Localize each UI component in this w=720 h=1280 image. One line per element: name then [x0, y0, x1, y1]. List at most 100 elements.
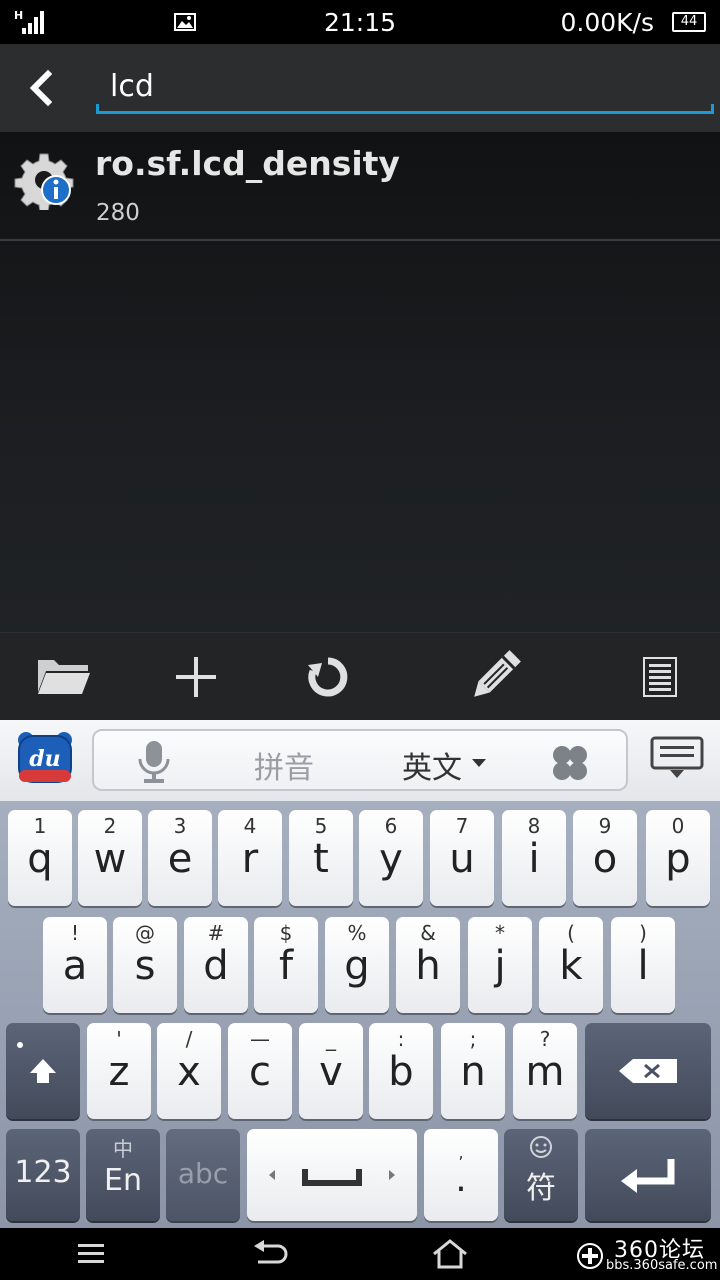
microphone-icon[interactable] [134, 739, 174, 785]
shift-key[interactable] [6, 1023, 80, 1119]
key-label: v [319, 1049, 343, 1095]
folder-icon [38, 660, 90, 694]
key-w[interactable]: 2w [78, 810, 142, 906]
symbols-key[interactable]: 符 [504, 1129, 578, 1221]
hide-keyboard-icon[interactable] [650, 736, 704, 780]
key-label: z [108, 1049, 130, 1095]
key-t[interactable]: 5t [289, 810, 353, 906]
list-item[interactable]: ro.sf.lcd_density 280 [0, 132, 720, 241]
key-g[interactable]: % g [325, 917, 389, 1013]
key-label: c [249, 1049, 271, 1095]
edit-button[interactable] [462, 645, 526, 709]
back-icon[interactable] [252, 1238, 290, 1270]
key-label: 符 [526, 1171, 556, 1206]
home-icon[interactable] [432, 1238, 468, 1270]
key-s[interactable]: @ s [113, 917, 177, 1013]
back-arrow-icon[interactable] [22, 66, 62, 110]
keyboard-toolbar: du 拼音 英文 [0, 720, 720, 802]
key-label: g [344, 943, 370, 989]
status-bar: H 21:15 0.00K/s 44 [0, 0, 720, 44]
key-label: . [455, 1159, 467, 1200]
numbers-key[interactable]: 123 [6, 1129, 80, 1221]
key-u[interactable]: 7u [430, 810, 494, 906]
key-label: k [559, 943, 583, 989]
key-label: En [104, 1163, 142, 1198]
space-icon [269, 1169, 395, 1186]
add-button[interactable] [164, 645, 228, 709]
key-label: h [415, 943, 441, 989]
key-d[interactable]: # d [184, 917, 248, 1013]
key-label: m [525, 1049, 565, 1095]
results-list: ro.sf.lcd_density 280 [0, 132, 720, 632]
key-b[interactable]: :b [369, 1023, 433, 1119]
key-label: o [592, 836, 618, 882]
key-l[interactable]: ) l [611, 917, 675, 1013]
key-sub-label: ; [469, 1027, 477, 1051]
property-value: 280 [96, 200, 140, 226]
refresh-icon [308, 657, 348, 697]
key-e[interactable]: 3e [148, 810, 212, 906]
key-m[interactable]: ? m [513, 1023, 577, 1119]
enter-icon [621, 1159, 675, 1193]
key-label: abc [177, 1157, 229, 1190]
list-button[interactable] [628, 645, 692, 709]
navigation-bar: 360论坛 bbs.360safe.com [0, 1228, 720, 1280]
key-sub-label: : [397, 1027, 405, 1051]
language-switch-key[interactable]: 中 En [86, 1129, 160, 1221]
key-j[interactable]: * j [468, 917, 532, 1013]
key-a[interactable]: ! a [43, 917, 107, 1013]
key-q[interactable]: 1q [8, 810, 72, 906]
key-x[interactable]: / x [157, 1023, 221, 1119]
key-sub-label: 7 [455, 814, 469, 838]
key-y[interactable]: 6y [359, 810, 423, 906]
search-field[interactable] [96, 62, 714, 114]
key-sub-label: & [420, 921, 436, 945]
key-n[interactable]: ; n [441, 1023, 505, 1119]
bottom-toolbar [0, 632, 720, 720]
backspace-key[interactable] [585, 1023, 711, 1119]
key-z[interactable]: ' z [87, 1023, 151, 1119]
key-h[interactable]: & h [396, 917, 460, 1013]
key-label: e [167, 836, 193, 882]
key-label: f [278, 943, 294, 989]
key-f[interactable]: $ f [254, 917, 318, 1013]
search-input[interactable] [96, 62, 714, 110]
abc-key[interactable]: abc [166, 1129, 240, 1221]
plus-circle-icon [577, 1243, 603, 1269]
edit-icon [474, 650, 521, 697]
key-p[interactable]: 0p [646, 810, 710, 906]
du-keyboard-logo[interactable]: du [16, 730, 74, 786]
space-key[interactable] [247, 1129, 417, 1221]
battery-icon: 44 [672, 12, 706, 32]
key-sub-label: ( [567, 921, 575, 945]
key-sub-label: 4 [243, 814, 257, 838]
key-label: a [62, 943, 88, 989]
enter-key[interactable] [585, 1129, 711, 1221]
property-name: ro.sf.lcd_density [95, 144, 400, 183]
key-v[interactable]: _ v [299, 1023, 363, 1119]
key-sub-label: 0 [671, 814, 685, 838]
key-o[interactable]: 9o [573, 810, 637, 906]
menu-icon[interactable] [74, 1238, 108, 1270]
key-label: y [379, 836, 403, 882]
action-bar [0, 44, 720, 132]
key-label: x [177, 1049, 201, 1095]
key-c[interactable]: — c [228, 1023, 292, 1119]
key-sub-label: 5 [314, 814, 328, 838]
period-key[interactable]: , . [424, 1129, 498, 1221]
pinyin-mode[interactable]: 拼音 [254, 743, 314, 787]
dropdown-caret-icon [472, 759, 486, 767]
key-sub-label: @ [135, 921, 155, 945]
key-i[interactable]: 8i [502, 810, 566, 906]
folder-button[interactable] [32, 645, 96, 709]
key-sub-label: ' [116, 1027, 122, 1051]
key-sub-label: ) [639, 921, 647, 945]
shift-icon [17, 1042, 56, 1083]
key-label: d [203, 943, 229, 989]
key-r[interactable]: 4r [218, 810, 282, 906]
key-k[interactable]: (k [539, 917, 603, 1013]
input-mode-bar: 拼音 英文 [92, 729, 628, 791]
english-mode[interactable]: 英文 [402, 743, 462, 787]
refresh-button[interactable] [296, 645, 360, 709]
clover-menu-icon[interactable] [550, 743, 590, 783]
